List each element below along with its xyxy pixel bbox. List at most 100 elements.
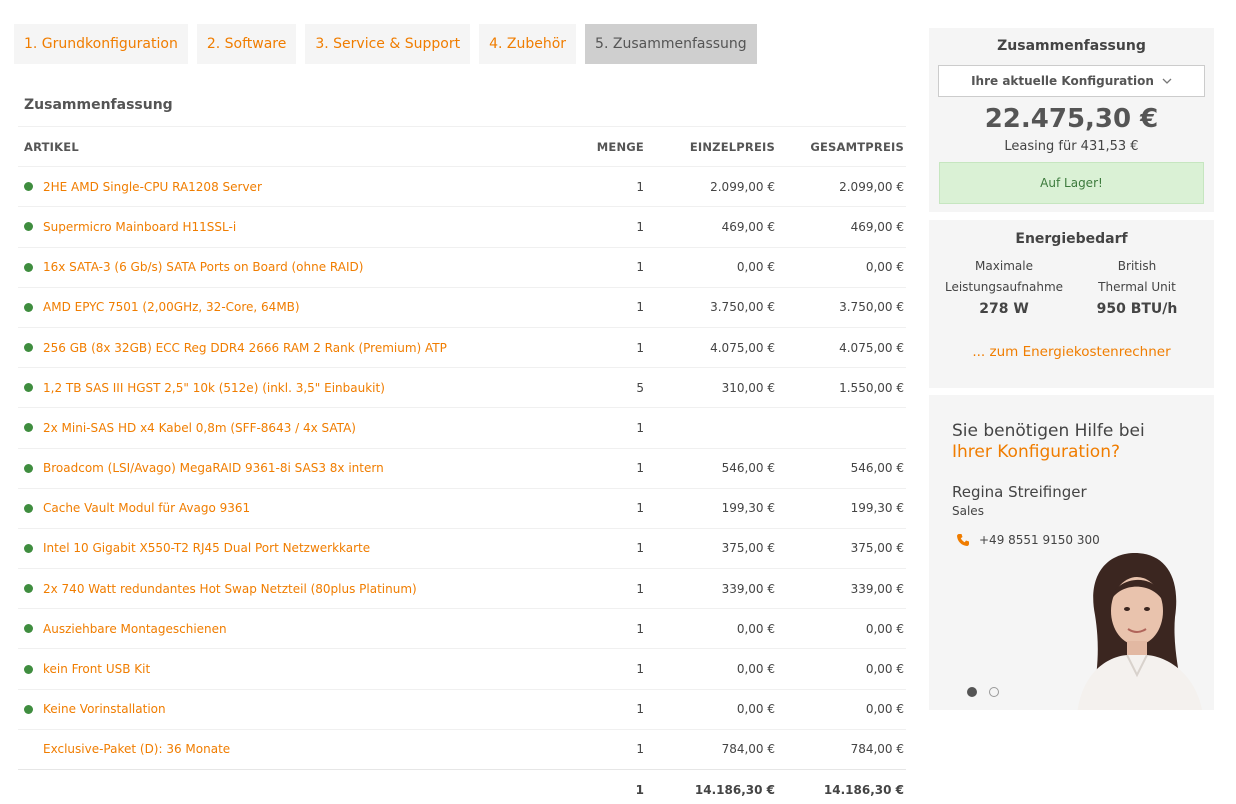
article-link[interactable]: Intel 10 Gigabit X550-T2 RJ45 Dual Port … <box>43 541 370 555</box>
total-price-cell: 3.750,00 € <box>839 300 904 315</box>
article-link[interactable]: AMD EPYC 7501 (2,00GHz, 32-Core, 64MB) <box>43 300 300 314</box>
qty-cell: 1 <box>636 581 644 596</box>
article-link[interactable]: Broadcom (LSI/Avago) MegaRAID 9361-8i SA… <box>43 461 384 475</box>
qty-cell: 1 <box>636 300 644 315</box>
total-price-cell: 4.075,00 € <box>839 340 904 355</box>
unit-price-cell: 0,00 € <box>736 260 775 275</box>
total-price-cell: 2.099,00 € <box>839 179 904 194</box>
table-row: 2x Mini-SAS HD x4 Kabel 0,8m (SFF-8643 /… <box>18 407 906 447</box>
article-link[interactable]: 1,2 TB SAS III HGST 2,5" 10k (512e) (ink… <box>43 381 385 395</box>
header-unit-price: EINZELPREIS <box>689 139 775 154</box>
qty-cell: 1 <box>636 702 644 717</box>
qty-cell: 1 <box>636 501 644 516</box>
total-price: 22.475,30 € <box>984 104 1159 134</box>
help-heading-line2: Ihrer Konfiguration? <box>952 442 1120 462</box>
qty-cell: 1 <box>636 420 644 435</box>
article-cell: Cache Vault Modul für Avago 9361 <box>24 489 250 528</box>
table-row: Broadcom (LSI/Avago) MegaRAID 9361-8i SA… <box>18 447 906 488</box>
article-link[interactable]: 256 GB (8x 32GB) ECC Reg DDR4 2666 RAM 2… <box>43 341 447 355</box>
qty-cell: 5 <box>636 380 644 395</box>
article-cell: Intel 10 Gigabit X550-T2 RJ45 Dual Port … <box>24 529 370 568</box>
unit-price-cell: 469,00 € <box>721 219 775 234</box>
phone-icon <box>956 533 970 547</box>
article-link[interactable]: 2HE AMD Single-CPU RA1208 Server <box>43 180 262 194</box>
energy-panel-title: Energiebedarf <box>1015 231 1128 247</box>
total-price-cell: 0,00 € <box>865 662 904 677</box>
status-dot-icon <box>24 222 33 232</box>
article-cell: Keine Vorinstallation <box>24 690 166 729</box>
article-cell: Broadcom (LSI/Avago) MegaRAID 9361-8i SA… <box>24 449 384 488</box>
status-dot-icon <box>24 463 33 473</box>
configuration-select[interactable]: Ihre aktuelle Konfiguration <box>938 65 1205 97</box>
sum-qty: 1 <box>635 782 644 797</box>
unit-price-cell: 3.750,00 € <box>710 300 775 315</box>
power-label-2: Leistungsaufnahme <box>944 280 1064 294</box>
summary-panel: Zusammenfassung Ihre aktuelle Konfigurat… <box>929 28 1214 212</box>
status-dot-icon <box>24 302 33 312</box>
contact-role: Sales <box>952 504 984 518</box>
table-row: Supermicro Mainboard H11SSL-i 1 469,00 € 46… <box>18 206 906 246</box>
table-row: Intel 10 Gigabit X550-T2 RJ45 Dual Port … <box>18 527 906 568</box>
qty-cell: 1 <box>636 340 644 355</box>
unit-price-cell: 2.099,00 € <box>710 179 775 194</box>
article-cell: 1,2 TB SAS III HGST 2,5" 10k (512e) (ink… <box>24 368 385 407</box>
total-price-cell: 0,00 € <box>865 702 904 717</box>
article-link[interactable]: Ausziehbare Montageschienen <box>43 622 227 636</box>
unit-price-cell: 0,00 € <box>736 702 775 717</box>
energy-calculator-link[interactable]: ... zum Energiekostenrechner <box>929 344 1214 360</box>
status-dot-icon <box>24 543 33 553</box>
tab-zubehoer[interactable]: 4. Zubehör <box>479 24 577 64</box>
article-link[interactable]: Cache Vault Modul für Avago 9361 <box>43 501 250 515</box>
status-dot-icon <box>24 664 33 674</box>
sum-total-price: 14.186,30 € <box>823 782 904 797</box>
carousel-dot-2[interactable] <box>989 687 999 697</box>
contact-avatar <box>1057 545 1214 710</box>
article-link[interactable]: 2x 740 Watt redundantes Hot Swap Netztei… <box>43 582 417 596</box>
header-qty: MENGE <box>596 139 644 154</box>
leasing-price: Leasing für 431,53 € <box>1004 139 1139 154</box>
thermal-unit: British Thermal Unit 950 BTU/h <box>1072 256 1202 320</box>
table-row: AMD EPYC 7501 (2,00GHz, 32-Core, 64MB) 1 3… <box>18 286 906 327</box>
article-cell: 2x 740 Watt redundantes Hot Swap Netztei… <box>24 569 417 608</box>
qty-cell: 1 <box>636 742 644 757</box>
table-row: 2HE AMD Single-CPU RA1208 Server 1 2.099,0… <box>18 166 906 206</box>
table-row: kein Front USB Kit 1 0,00 € 0,00 € <box>18 648 906 688</box>
btu-label-1: British <box>1117 259 1157 273</box>
help-panel: Sie benötigen Hilfe bei Ihrer Konfigurat… <box>929 395 1214 710</box>
total-price-cell: 1.550,00 € <box>839 380 904 395</box>
status-dot-icon <box>24 584 33 594</box>
article-link[interactable]: kein Front USB Kit <box>43 662 150 676</box>
qty-cell: 1 <box>636 461 644 476</box>
qty-cell: 1 <box>636 260 644 275</box>
total-price-cell: 0,00 € <box>865 260 904 275</box>
article-link[interactable]: 16x SATA-3 (6 Gb/s) SATA Ports on Board … <box>43 260 363 274</box>
help-heading-line1: Sie benötigen Hilfe bei <box>952 421 1145 441</box>
status-dot-icon <box>24 262 33 272</box>
status-dot-icon <box>24 343 33 353</box>
tab-software[interactable]: 2. Software <box>196 24 297 64</box>
qty-cell: 1 <box>636 662 644 677</box>
table-row: Ausziehbare Montageschienen 1 0,00 € 0,00 € <box>18 608 906 648</box>
status-dot-icon <box>24 503 33 513</box>
article-link[interactable]: Supermicro Mainboard H11SSL-i <box>43 220 236 234</box>
article-link[interactable]: Keine Vorinstallation <box>43 702 166 716</box>
article-link[interactable]: 2x Mini-SAS HD x4 Kabel 0,8m (SFF-8643 /… <box>43 421 356 435</box>
summary-table: ARTIKEL MENGE EINZELPREIS GESAMTPREIS 2H… <box>18 126 906 804</box>
stock-status: Auf Lager! <box>939 162 1204 204</box>
qty-cell: 1 <box>636 621 644 636</box>
carousel-dot-1[interactable] <box>967 687 977 697</box>
tab-grundkonfiguration[interactable]: 1. Grundkonfiguration <box>14 24 188 64</box>
power-consumption: Maximale Leistungsaufnahme 278 W <box>939 256 1069 320</box>
tab-zusammenfassung[interactable]: 5. Zusammenfassung <box>585 24 757 64</box>
table-header: ARTIKEL MENGE EINZELPREIS GESAMTPREIS <box>18 126 906 166</box>
qty-cell: 1 <box>636 541 644 556</box>
unit-price-cell: 0,00 € <box>736 621 775 636</box>
article-link[interactable]: Exclusive-Paket (D): 36 Monate <box>43 742 230 756</box>
tab-service-support[interactable]: 3. Service & Support <box>305 24 471 64</box>
contact-name: Regina Streifinger <box>952 483 1087 501</box>
unit-price-cell: 199,30 € <box>721 501 775 516</box>
unit-price-cell: 375,00 € <box>721 541 775 556</box>
sum-unit-price: 14.186,30 € <box>694 782 775 797</box>
article-cell: Ausziehbare Montageschienen <box>24 609 227 648</box>
step-tabs: 1. Grundkonfiguration 2. Software 3. Ser… <box>14 24 757 64</box>
